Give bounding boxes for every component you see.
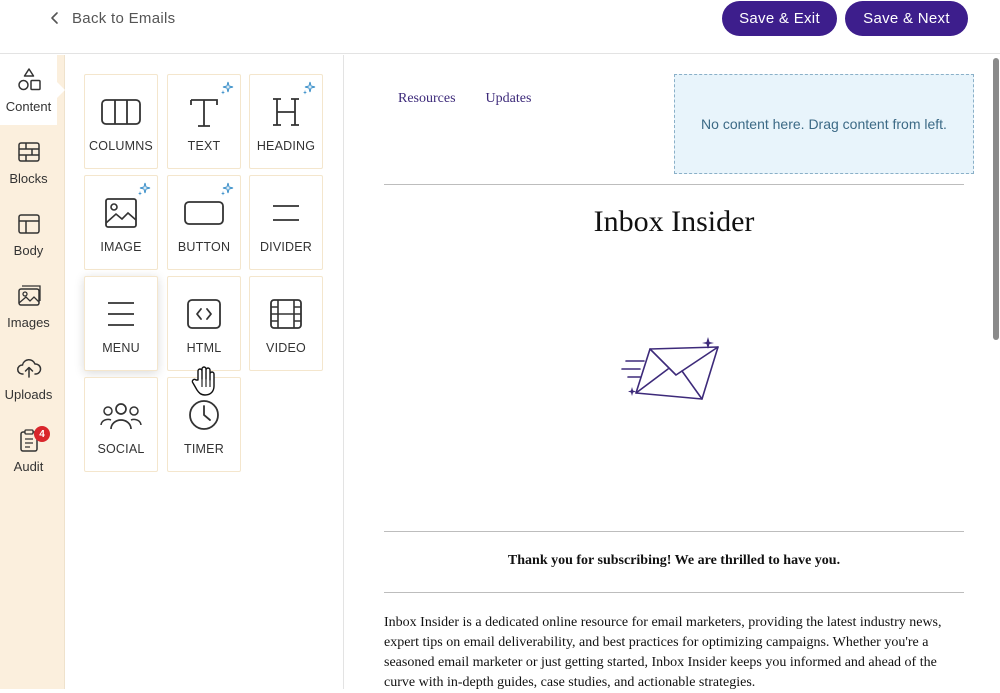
tool-label: BUTTON — [177, 240, 231, 254]
rail-label: Body — [13, 242, 44, 258]
users-icon — [100, 403, 142, 430]
top-bar: Back to Emails Save & Exit Save & Next — [0, 0, 1000, 54]
divider-line — [384, 592, 964, 593]
rail-label: Audit — [13, 458, 44, 474]
rail-label: Content — [5, 98, 52, 114]
thanks-message: Thank you for subscribing! We are thrill… — [507, 553, 841, 568]
envelope-illustration-icon — [621, 337, 719, 400]
rail-item-content[interactable]: Content — [0, 55, 57, 125]
film-icon — [270, 299, 302, 329]
tool-label: HEADING — [256, 139, 316, 153]
clock-icon — [189, 400, 219, 430]
tool-label: TIMER — [184, 442, 224, 456]
divider-line — [384, 184, 964, 185]
tool-label: VIDEO — [266, 341, 306, 355]
save-next-button[interactable]: Save & Next — [845, 1, 968, 36]
rail-item-images[interactable]: Images — [0, 271, 57, 341]
back-to-emails-link[interactable]: Back to Emails — [48, 8, 175, 28]
tool-menu[interactable]: MENU — [84, 276, 158, 371]
rail-label: Blocks — [9, 170, 48, 186]
tool-html[interactable]: HTML — [167, 276, 241, 371]
tool-button[interactable]: BUTTON — [167, 175, 241, 270]
ai-sparkle-icon — [138, 182, 151, 196]
image-icon — [105, 198, 137, 228]
save-exit-button[interactable]: Save & Exit — [722, 1, 837, 36]
text-icon — [190, 99, 218, 127]
menu-link-resources[interactable]: Resources — [398, 91, 456, 107]
tool-label: COLUMNS — [89, 139, 153, 153]
tool-social[interactable]: SOCIAL — [84, 377, 158, 472]
cloud-upload-icon — [16, 358, 41, 378]
code-icon — [187, 299, 221, 329]
rail-item-body[interactable]: Body — [0, 199, 57, 269]
brick-wall-icon — [17, 141, 40, 162]
active-tab-pointer — [57, 82, 65, 98]
divider-line — [384, 531, 964, 532]
tool-video[interactable]: VIDEO — [249, 276, 323, 371]
intro-paragraph: Inbox Insider is a dedicated online reso… — [384, 615, 942, 690]
chevron-left-icon — [51, 12, 58, 24]
tool-label: IMAGE — [100, 240, 142, 254]
rail-label: Uploads — [4, 386, 53, 402]
heading-icon — [273, 98, 299, 126]
menu-link-updates[interactable]: Updates — [486, 91, 532, 107]
tool-label: TEXT — [187, 139, 221, 153]
tool-label: DIVIDER — [259, 240, 313, 254]
rail-item-uploads[interactable]: Uploads — [0, 343, 57, 413]
ai-sparkle-icon — [221, 182, 234, 196]
email-title: Inbox Insider — [593, 205, 755, 238]
tool-text[interactable]: TEXT — [167, 74, 241, 169]
drop-zone-text: No content here. Drag content from left. — [701, 116, 947, 132]
image-icon — [17, 284, 41, 306]
button-icon — [184, 201, 224, 225]
content-tools-panel: COLUMNS TEXT HEADING IMAGE BUTTON DIVIDE… — [65, 55, 344, 689]
ai-sparkle-icon — [303, 81, 316, 95]
grab-cursor-icon — [191, 366, 215, 396]
rail-item-blocks[interactable]: Blocks — [0, 127, 57, 197]
rail-label: Images — [7, 314, 50, 330]
audit-count-badge: 4 — [34, 426, 50, 442]
tool-label: MENU — [102, 341, 140, 355]
shapes-icon — [17, 67, 41, 90]
menu-icon — [108, 302, 134, 326]
left-rail: Content Blocks Body Images Uploads Audit… — [0, 55, 65, 689]
divider-icon — [273, 205, 299, 221]
tool-columns[interactable]: COLUMNS — [84, 74, 158, 169]
layout-icon — [17, 213, 40, 234]
canvas-scrollbar[interactable] — [993, 58, 999, 340]
email-menu: Resources Updates — [398, 91, 531, 107]
ai-sparkle-icon — [221, 81, 234, 95]
drop-zone[interactable]: No content here. Drag content from left. — [674, 74, 974, 174]
tool-label: SOCIAL — [97, 442, 145, 456]
tool-divider[interactable]: DIVIDER — [249, 175, 323, 270]
tool-heading[interactable]: HEADING — [249, 74, 323, 169]
columns-icon — [101, 99, 141, 125]
back-label: Back to Emails — [72, 9, 176, 27]
tool-image[interactable]: IMAGE — [84, 175, 158, 270]
tool-label: HTML — [186, 341, 222, 355]
rail-item-audit[interactable]: Audit 4 — [0, 415, 57, 485]
